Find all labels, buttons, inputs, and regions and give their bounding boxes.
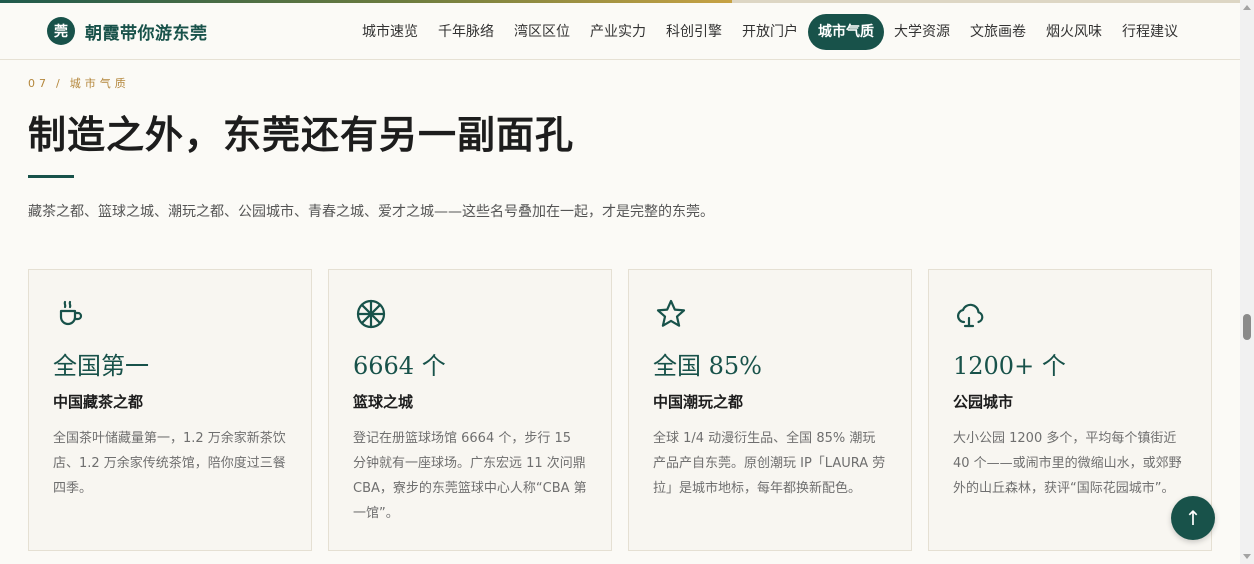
feature-card-tea: 全国第一 中国藏茶之都 全国茶叶储藏量第一，1.2 万余家新茶饮店、1.2 万余… [28, 269, 312, 551]
card-title: 中国藏茶之都 [53, 393, 144, 411]
section-eyebrow: 07 / 城市气质 [28, 75, 130, 91]
nav-item-history[interactable]: 千年脉络 [428, 14, 504, 50]
scroll-up-arrow-icon[interactable] [1243, 5, 1251, 10]
nav-item-industry[interactable]: 产业实力 [580, 14, 656, 50]
card-description: 全国茶叶储藏量第一，1.2 万余家新茶饮店、1.2 万余家传统茶馆，陪你度过三餐… [53, 431, 286, 496]
nav-item-innovation[interactable]: 科创引擎 [656, 14, 732, 50]
teacup-icon [59, 300, 83, 326]
nav-item-bay-area[interactable]: 湾区区位 [504, 14, 580, 50]
feature-card-basketball: 6664 个 篮球之城 登记在册篮球场馆 6664 个，步行 15 分钟就有一座… [328, 269, 612, 551]
nav-item-culture-tourism[interactable]: 文旅画卷 [960, 14, 1036, 50]
section-separator: / [56, 77, 64, 90]
brand-name: 朝霞带你游东莞 [85, 23, 208, 44]
brand[interactable]: 莞 朝霞带你游东莞 [47, 17, 208, 45]
card-title: 中国潮玩之都 [653, 393, 744, 411]
cloud-icon [957, 303, 984, 328]
card-stat: 全国 85% [653, 352, 762, 380]
page-title: 制造之外，东莞还有另一副面孔 [28, 112, 575, 157]
card-title: 公园城市 [953, 393, 1014, 411]
nav-item-city-overview[interactable]: 城市速览 [352, 14, 428, 50]
nav-item-universities[interactable]: 大学资源 [884, 14, 960, 50]
back-to-top-button[interactable]: ↑ [1171, 496, 1215, 540]
scroll-down-arrow-icon[interactable] [1243, 554, 1251, 559]
title-divider [28, 175, 74, 178]
card-stat: 1200+ 个 [953, 352, 1066, 380]
nav-item-city-character[interactable]: 城市气质 [808, 13, 884, 50]
nav-item-open-gateway[interactable]: 开放门户 [732, 14, 808, 50]
feature-cards: 全国第一 中国藏茶之都 全国茶叶储藏量第一，1.2 万余家新茶饮店、1.2 万余… [28, 269, 1212, 551]
card-description: 全球 1/4 动漫衍生品、全国 85% 潮玩产品产自东莞。原创潮玩 IP「LAU… [653, 431, 886, 496]
section-number: 07 [28, 77, 50, 90]
site-header: 莞 朝霞带你游东莞 城市速览 千年脉络 湾区区位 产业实力 科创引擎 开放门户 … [0, 3, 1240, 60]
basketball-icon [356, 299, 386, 329]
section-subtitle: 藏茶之都、篮球之城、潮玩之都、公园城市、青春之城、爱才之城——这些名号叠加在一起… [28, 204, 714, 220]
feature-card-parks: 1200+ 个 公园城市 大小公园 1200 多个，平均每个镇街近 40 个——… [928, 269, 1212, 551]
feature-card-toys: 全国 85% 中国潮玩之都 全球 1/4 动漫衍生品、全国 85% 潮玩产品产自… [628, 269, 912, 551]
card-stat: 6664 个 [353, 352, 446, 380]
main-nav: 城市速览 千年脉络 湾区区位 产业实力 科创引擎 开放门户 城市气质 大学资源 … [352, 3, 1188, 60]
section-name: 城市气质 [69, 77, 130, 90]
page-scrollbar[interactable] [1240, 0, 1254, 564]
star-icon [656, 299, 686, 327]
card-title: 篮球之城 [353, 393, 414, 411]
card-description: 登记在册篮球场馆 6664 个，步行 15 分钟就有一座球场。广东宏远 11 次… [353, 431, 587, 521]
nav-item-itinerary[interactable]: 行程建议 [1112, 14, 1188, 50]
nav-item-food[interactable]: 烟火风味 [1036, 14, 1112, 50]
scrollbar-thumb[interactable] [1243, 314, 1251, 340]
brand-logo-icon: 莞 [47, 17, 75, 45]
card-description: 大小公园 1200 多个，平均每个镇街近 40 个——或闹市里的微缩山水，或郊野… [953, 431, 1182, 496]
card-stat: 全国第一 [53, 352, 149, 380]
